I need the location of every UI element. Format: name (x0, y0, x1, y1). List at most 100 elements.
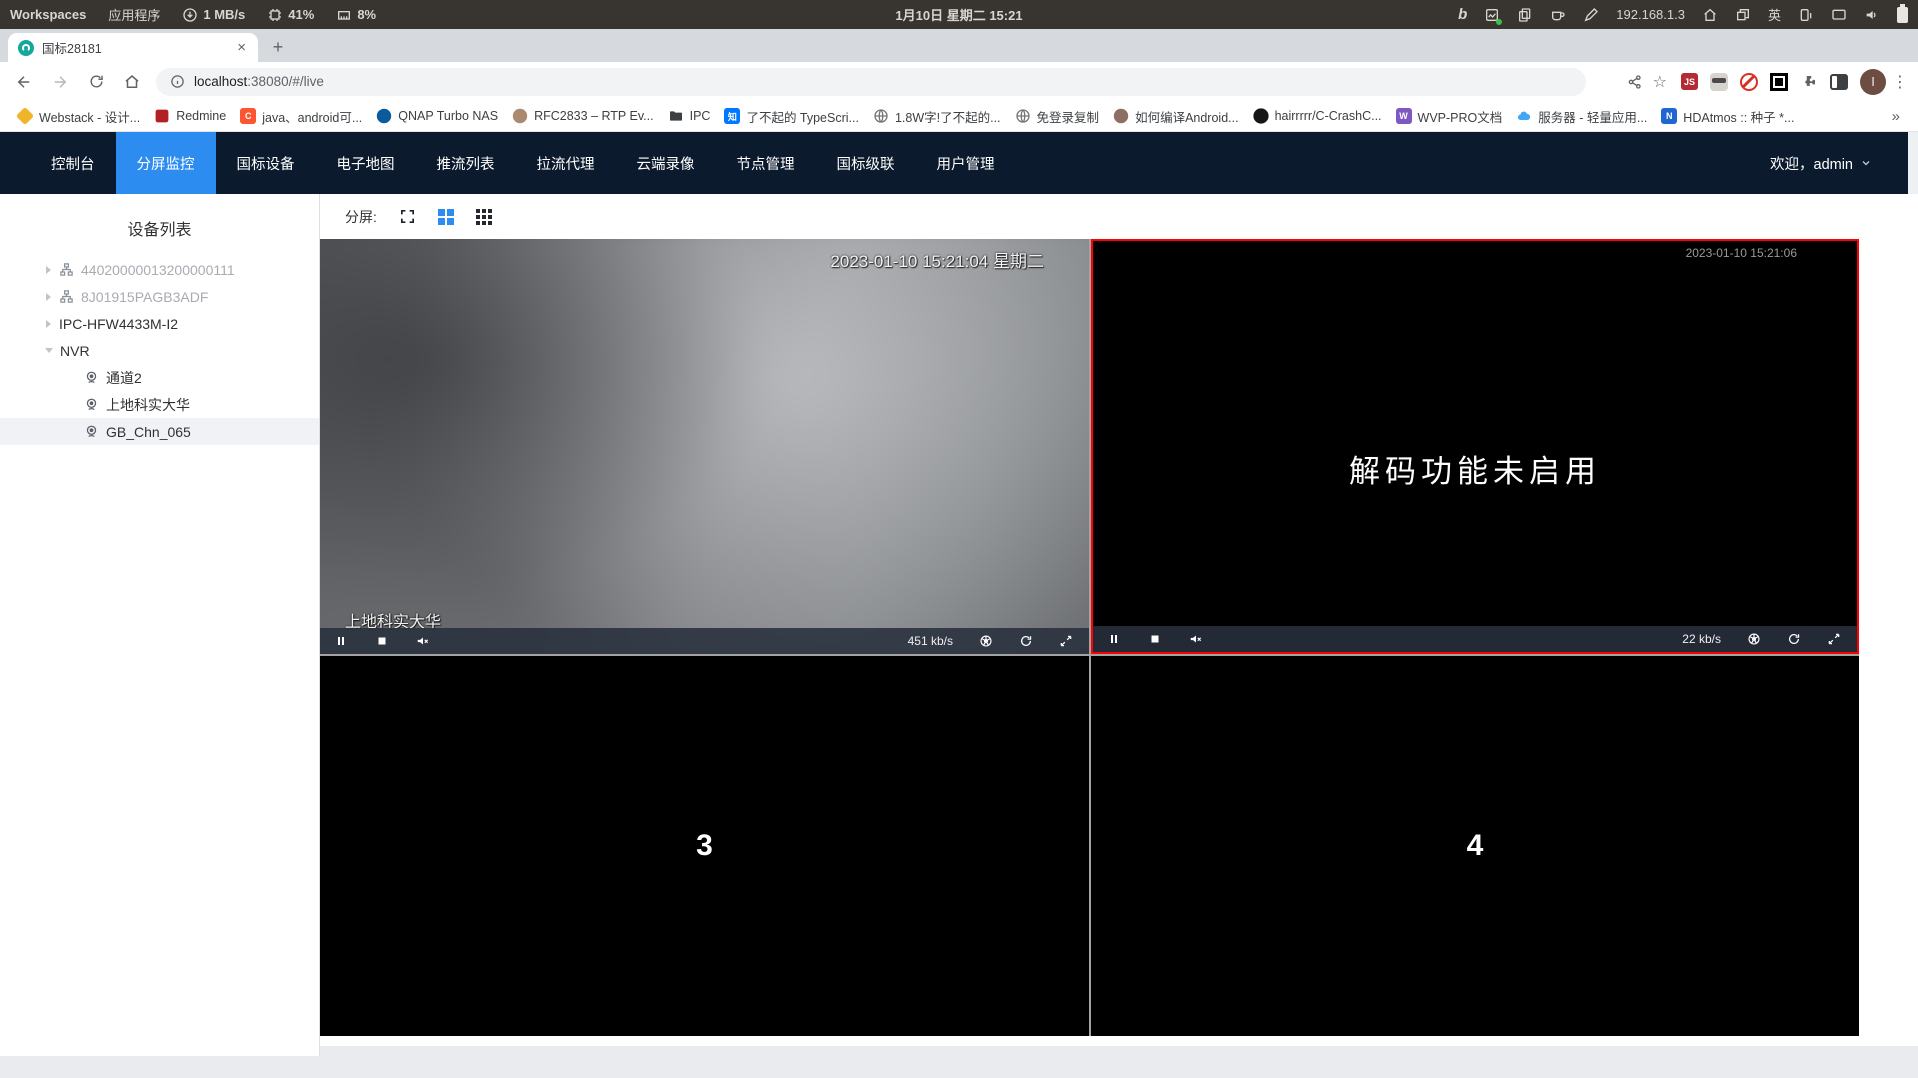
split-3x3-icon[interactable] (475, 208, 492, 225)
back-button[interactable] (8, 66, 40, 98)
site-info-icon[interactable] (170, 74, 185, 89)
refresh-icon[interactable] (1787, 632, 1801, 646)
js-extension-icon[interactable]: JS (1681, 73, 1698, 90)
browser-home-button[interactable] (116, 66, 148, 98)
nav-item-pull-proxy[interactable]: 拉流代理 (516, 132, 616, 194)
bookmarks-overflow-chevron[interactable]: » (1884, 108, 1908, 125)
nav-item-cloud-record[interactable]: 云端录像 (616, 132, 716, 194)
stop-button[interactable] (361, 628, 402, 654)
nav-item-gb-devices[interactable]: 国标设备 (216, 132, 316, 194)
caret-right-icon[interactable] (46, 319, 51, 328)
split-2x2-icon[interactable] (437, 208, 454, 225)
workspaces-button[interactable]: Workspaces (10, 7, 86, 22)
tab-close-icon[interactable]: × (235, 39, 248, 56)
user-menu[interactable]: 欢迎，admin (1770, 132, 1872, 194)
browser-menu-icon[interactable]: ⋮ (1890, 72, 1910, 92)
settings-shutter-icon[interactable] (979, 634, 993, 648)
reload-button[interactable] (80, 66, 112, 98)
bookmark-csdn[interactable]: C java、android可... (233, 103, 369, 130)
nav-item-user-manage[interactable]: 用户管理 (916, 132, 1016, 194)
video-player-4[interactable]: 4 (1091, 656, 1859, 1036)
screenshot-tool-icon[interactable] (1484, 7, 1503, 25)
video-player-1[interactable]: 2023-01-10 15:21:04 星期二 上地科实大华 451 kb/s (320, 239, 1089, 654)
volume-icon[interactable] (1864, 7, 1880, 23)
bookmark-ipc[interactable]: IPC (661, 104, 718, 128)
home-icon[interactable] (1702, 7, 1718, 23)
bing-icon[interactable]: b (1458, 6, 1467, 23)
bookmark-github[interactable]: hairrrrr/C-CrashC... (1246, 104, 1389, 128)
refresh-icon[interactable] (1019, 634, 1033, 648)
bookmark-redmine[interactable]: Redmine (147, 104, 233, 128)
bookmark-star-icon[interactable]: ☆ (1653, 72, 1667, 92)
tree-item-platform2[interactable]: 8J01915PAGB3ADF (0, 283, 319, 310)
stop-button[interactable] (1134, 626, 1175, 652)
bookmark-zhihu[interactable]: 知 了不起的 TypeScri... (717, 103, 866, 130)
main-panel: 分屏: 2023-01-10 15:21:04 星期二 上地科实大华 451 k… (320, 194, 1918, 1078)
browser-tab[interactable]: 国标28181 × (8, 33, 258, 62)
caret-right-icon[interactable] (46, 292, 51, 301)
nav-item-console[interactable]: 控制台 (30, 132, 116, 194)
nav-item-gb-cascade[interactable]: 国标级联 (816, 132, 916, 194)
fullscreen-icon[interactable] (399, 208, 416, 225)
bookmark-article1[interactable]: 1.8W字!了不起的... (866, 103, 1008, 130)
tree-item-channel2[interactable]: 通道2 (0, 364, 319, 391)
blocker-extension-icon[interactable] (1740, 72, 1758, 91)
scrollbar-track[interactable] (1908, 132, 1918, 194)
sidebar-title: 设备列表 (127, 222, 192, 239)
caret-down-icon[interactable] (45, 348, 53, 353)
tree-item-nvr-device[interactable]: NVR (0, 337, 319, 364)
clipboard-icon[interactable] (1517, 7, 1533, 23)
nav-item-node-manage[interactable]: 节点管理 (716, 132, 816, 194)
tree-item-ipc-device[interactable]: IPC-HFW4433M-I2 (0, 310, 319, 337)
forward-button[interactable] (44, 66, 76, 98)
nav-item-emap[interactable]: 电子地图 (316, 132, 416, 194)
bookmark-android-build[interactable]: 如何编译Android... (1106, 103, 1246, 130)
tab-title: 国标28181 (42, 42, 102, 56)
bookmark-rfc2833[interactable]: RFC2833 – RTP Ev... (505, 104, 661, 128)
privacy-extension-icon[interactable] (1710, 72, 1728, 91)
extensions-puzzle-icon[interactable] (1800, 73, 1818, 91)
phone-link-icon[interactable] (1798, 7, 1814, 23)
bookmark-webstack[interactable]: Webstack - 设计... (10, 103, 147, 130)
camera-icon (86, 425, 97, 438)
globe-icon (1015, 109, 1030, 123)
bookmark-wvp-doc[interactable]: W WVP-PRO文档 (1389, 103, 1510, 130)
bookmark-copy-tool[interactable]: 免登录复制 (1008, 103, 1107, 130)
expand-icon[interactable] (1827, 632, 1841, 646)
mute-button[interactable] (402, 628, 443, 654)
nav-item-split-monitor[interactable]: 分屏监控 (115, 132, 216, 194)
share-icon[interactable] (1627, 74, 1643, 90)
caret-right-icon[interactable] (46, 265, 51, 274)
url-path: :38080/#/live (247, 74, 324, 89)
profile-avatar[interactable]: I (1860, 68, 1886, 95)
video-player-2[interactable]: 2023-01-10 15:21:06 解码功能未启用 22 kb/s (1091, 239, 1859, 654)
tree-item-platform1[interactable]: 44020000013200000111 (0, 256, 319, 283)
cpu-icon (269, 8, 282, 21)
windows-switcher-icon[interactable] (1735, 7, 1751, 23)
expand-icon[interactable] (1059, 634, 1073, 648)
tree-item-shangdi-camera[interactable]: 上地科实大华 (0, 391, 319, 418)
pen-tool-icon[interactable] (1583, 7, 1599, 23)
applications-menu[interactable]: 应用程序 (108, 5, 160, 24)
tree-item-gb-chn-065[interactable]: GB_Chn_065 (0, 418, 319, 445)
settings-shutter-icon[interactable] (1747, 632, 1761, 646)
clock[interactable]: 1月10日 星期二 15:21 (895, 5, 1022, 24)
redmine-icon (155, 109, 169, 123)
address-bar[interactable]: localhost:38080/#/live (156, 67, 1586, 96)
pause-button[interactable] (320, 628, 361, 654)
mute-button[interactable] (1175, 626, 1216, 652)
display-icon[interactable] (1831, 7, 1847, 23)
nav-item-push-list[interactable]: 推流列表 (416, 132, 516, 194)
coffee-cup-icon[interactable] (1550, 7, 1566, 23)
bookmark-hdatmos[interactable]: N HDAtmos :: 种子 *... (1654, 103, 1801, 130)
pause-button[interactable] (1093, 626, 1134, 652)
cpu-indicator: 41% (267, 7, 314, 23)
qr-extension-icon[interactable] (1770, 72, 1788, 91)
new-tab-button[interactable]: + (264, 33, 292, 61)
bookmark-server[interactable]: 服务器 - 轻量应用... (1509, 103, 1654, 130)
memory-indicator: 8% (336, 7, 376, 23)
side-panel-icon[interactable] (1830, 73, 1848, 90)
video-player-3[interactable]: 3 (320, 656, 1089, 1036)
input-method-indicator[interactable]: 英 (1768, 5, 1781, 24)
bookmark-qnap[interactable]: QNAP Turbo NAS (369, 104, 505, 128)
